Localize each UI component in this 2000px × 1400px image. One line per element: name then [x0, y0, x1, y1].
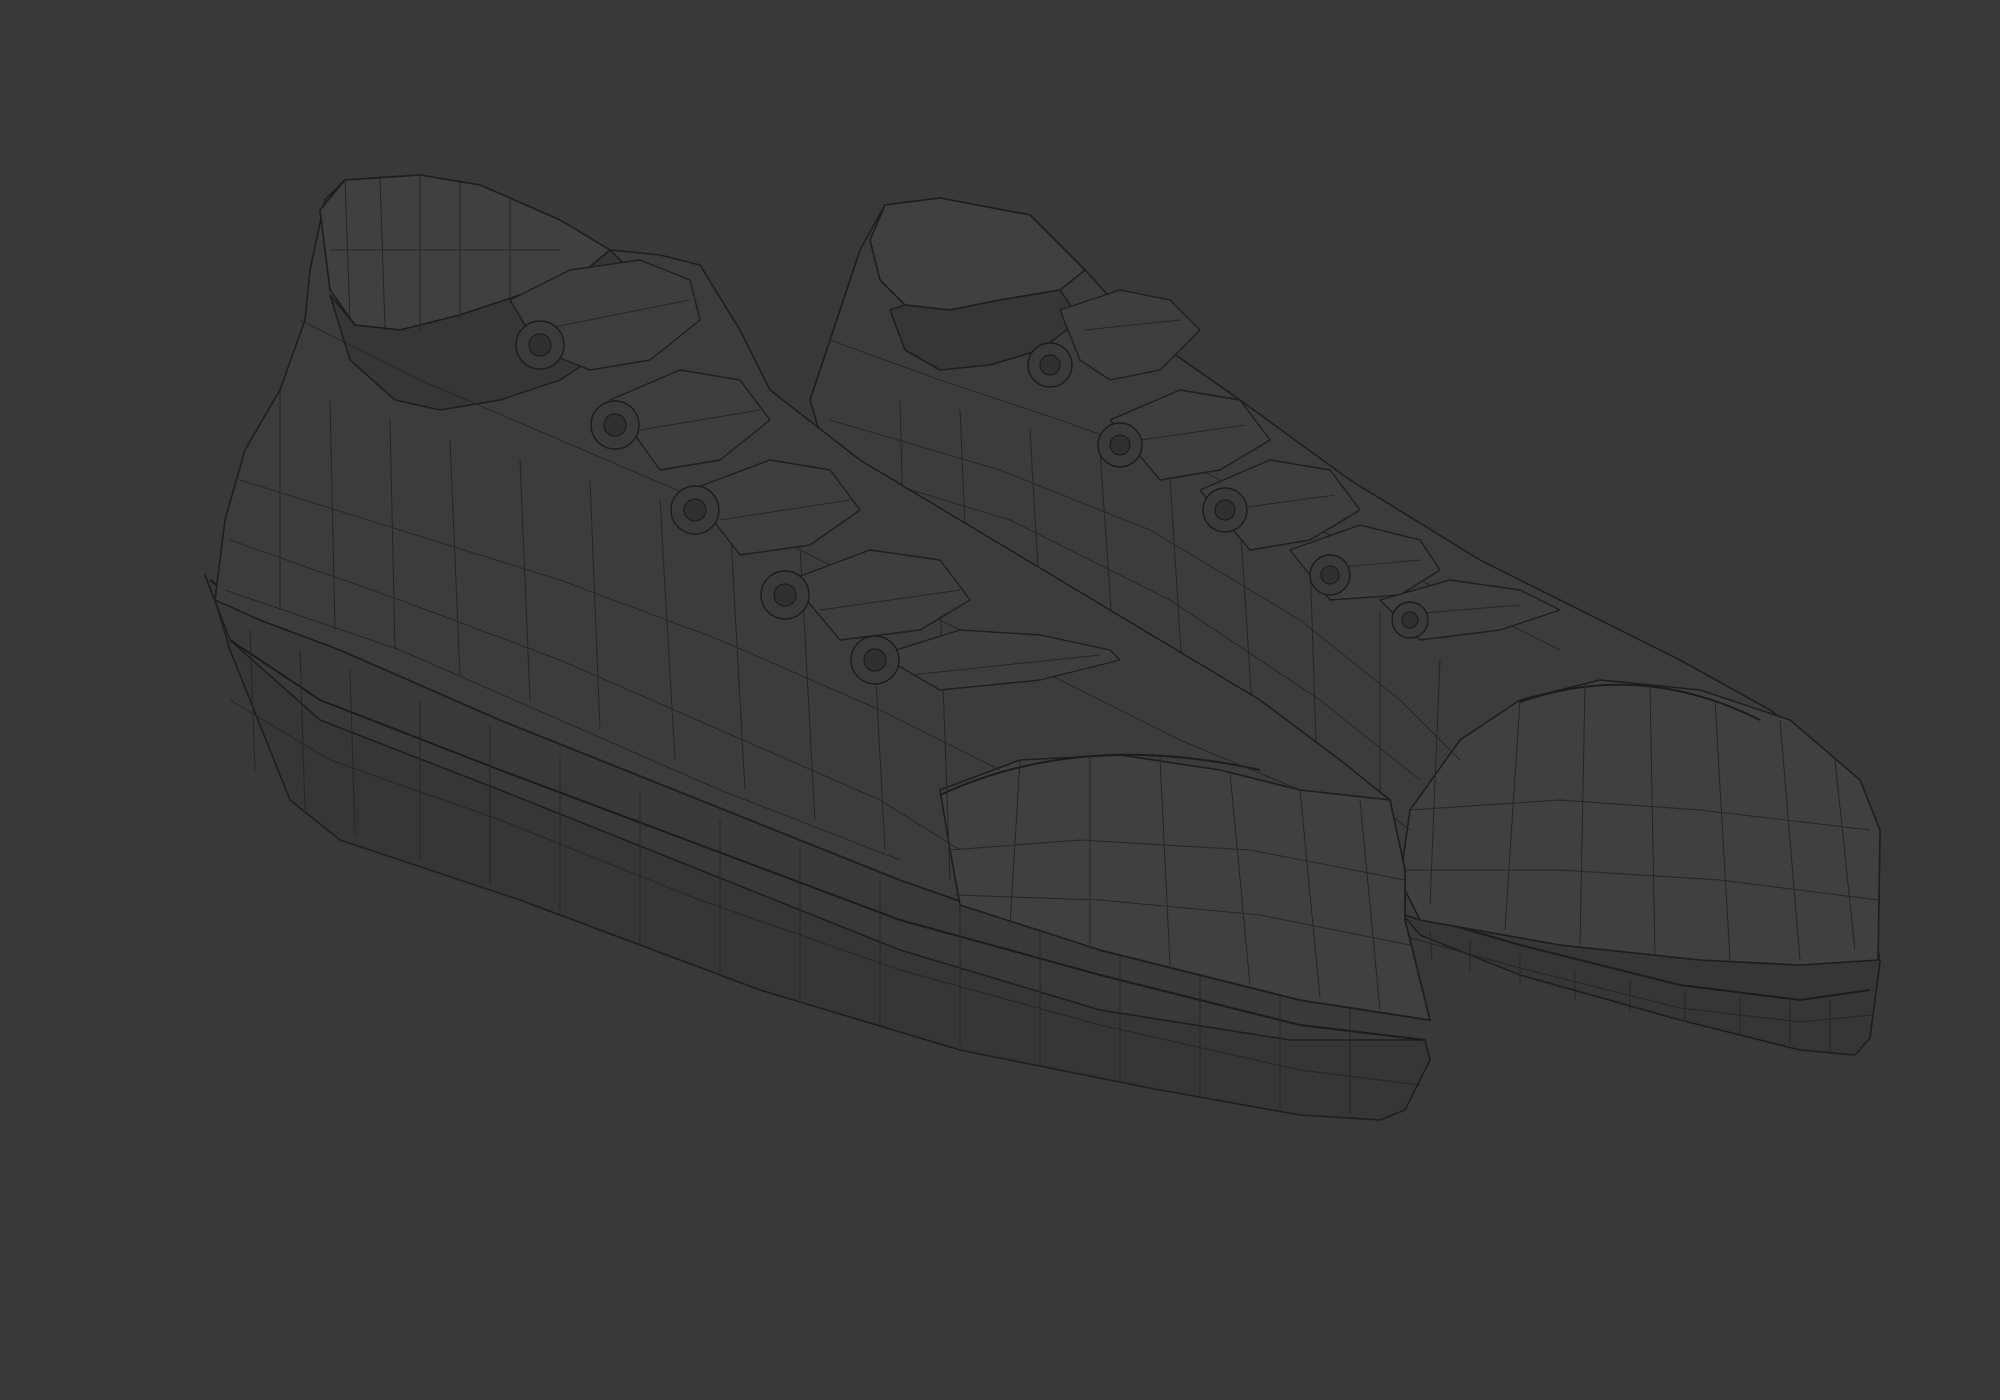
viewport-canvas[interactable]: [0, 0, 2000, 1400]
sneaker-left-eyelet-3-hole: [683, 498, 707, 522]
sneaker-right-eyelet-3-hole: [1214, 499, 1236, 521]
sneaker-left-eyelet-5-hole: [863, 648, 887, 672]
sneaker-left-eyelet-4-hole: [773, 583, 797, 607]
3d-viewport[interactable]: [0, 0, 2000, 1400]
sneaker-right-eyelet-4-hole: [1320, 565, 1340, 585]
sneaker-left-eyelet-2-hole: [603, 413, 627, 437]
sneaker-left-eyelet-1-hole: [528, 333, 552, 357]
sneaker-right-eyelet-2-hole: [1109, 434, 1131, 456]
sneaker-right-eyelet-1-hole: [1039, 354, 1061, 376]
sneaker-right-eyelet-5-hole: [1401, 611, 1419, 629]
